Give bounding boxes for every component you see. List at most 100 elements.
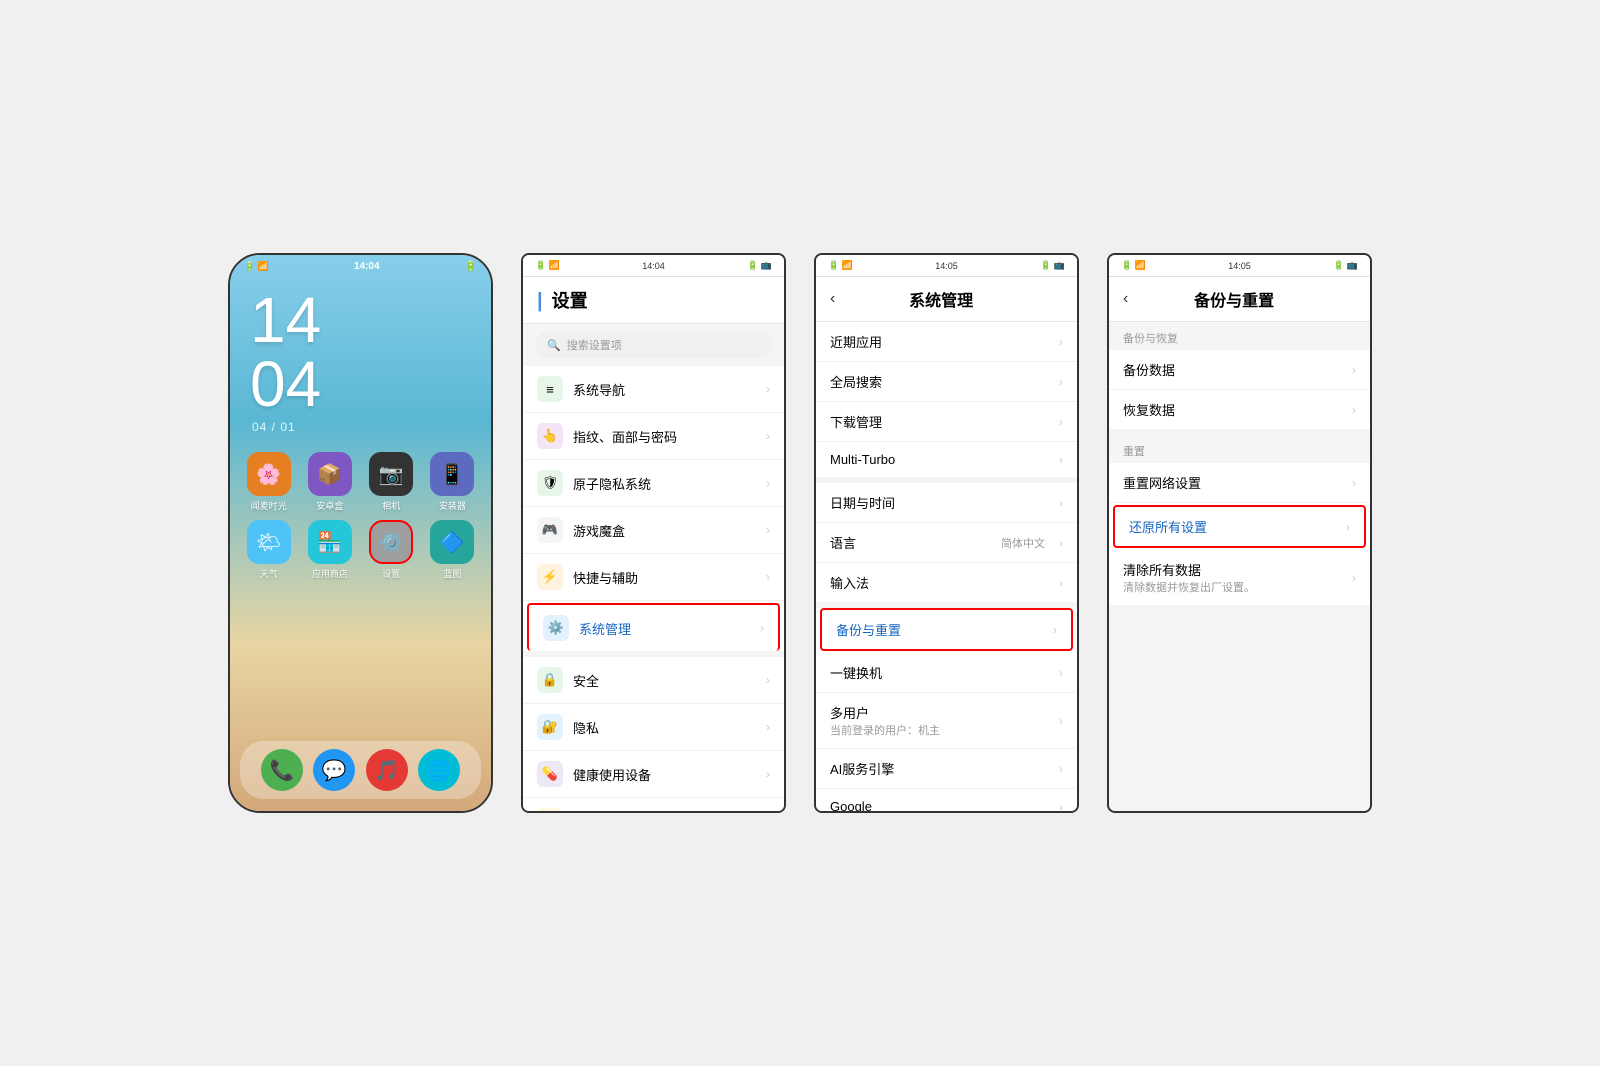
system-section-1: 近期应用 › 全局搜索 › 下载管理 › Multi-Turbo › bbox=[816, 322, 1077, 477]
chevron-restore-all: › bbox=[1346, 520, 1350, 534]
system-section-2: 日期与时间 › 语言 简体中文 › 输入法 › bbox=[816, 483, 1077, 602]
system-item-search[interactable]: 全局搜索 › bbox=[816, 362, 1077, 402]
app-icon-5[interactable]: 🏪 应用商店 bbox=[303, 520, 356, 580]
system-item-ai[interactable]: AI服务引擎 › bbox=[816, 749, 1077, 789]
settings-search[interactable]: 🔍 搜索设置项 bbox=[535, 332, 772, 358]
chevron-icon-7: › bbox=[766, 673, 770, 687]
settings-item-privacy2[interactable]: 🔐 隐私 › bbox=[523, 704, 784, 751]
system-item-recent[interactable]: 近期应用 › bbox=[816, 322, 1077, 362]
system-item-input[interactable]: 输入法 › bbox=[816, 563, 1077, 602]
backup-item-restore-all[interactable]: 还原所有设置 › bbox=[1113, 505, 1366, 548]
home-status-left: 🔋 📶 bbox=[244, 261, 269, 272]
system-list: 近期应用 › 全局搜索 › 下载管理 › Multi-Turbo › 日期与时间… bbox=[816, 322, 1077, 813]
chevron-datetime: › bbox=[1059, 496, 1063, 510]
dock-browser[interactable]: 🌐 bbox=[418, 749, 460, 791]
app-icon-0[interactable]: 🌸 闻麦时光 bbox=[242, 452, 295, 512]
chevron-google: › bbox=[1059, 800, 1063, 814]
home-screen: 🔋 📶 14:04 🔋 14 04 04 / 01 🌸 闻麦时光 📦 安卓盒 📷… bbox=[230, 255, 491, 811]
app-icon-2[interactable]: 📷 相机 bbox=[365, 452, 418, 512]
chevron-icon-4: › bbox=[766, 523, 770, 537]
system-status-time: 14:05 bbox=[935, 261, 958, 271]
chevron-restore-data: › bbox=[1352, 403, 1356, 417]
dock-phone[interactable]: 📞 bbox=[261, 749, 303, 791]
system-status-left: 🔋 📶 bbox=[828, 260, 853, 271]
back-button[interactable]: ‹ bbox=[830, 290, 835, 308]
system-status-right: 🔋 📺 bbox=[1040, 260, 1065, 271]
chevron-multiuser: › bbox=[1059, 714, 1063, 728]
app-label-5: 应用商店 bbox=[312, 567, 348, 580]
backup-section1-label: 备份与恢复 bbox=[1109, 322, 1370, 350]
backup-section2-label: 重置 bbox=[1109, 435, 1370, 463]
settings-item-nav[interactable]: ≡ 系统导航 › bbox=[523, 366, 784, 413]
settings-section-2: 🔒 安全 › 🔐 隐私 › 💊 健康使用设备 › 💾 运存与储存空间 › 🔋 bbox=[523, 657, 784, 813]
settings-status-bar: 🔋 📶 14:04 🔋 📺 bbox=[523, 255, 784, 277]
system-item-download[interactable]: 下载管理 › bbox=[816, 402, 1077, 442]
app-label-7: 蓝图 bbox=[443, 567, 461, 580]
chevron-factory: › bbox=[1352, 571, 1356, 585]
chevron-backup-data: › bbox=[1352, 363, 1356, 377]
search-icon: 🔍 bbox=[547, 339, 561, 352]
chevron-input: › bbox=[1059, 576, 1063, 590]
system-header: ‹ 系统管理 bbox=[816, 277, 1077, 322]
backup-back-button[interactable]: ‹ bbox=[1123, 290, 1128, 308]
settings-title: | 设置 bbox=[537, 287, 588, 313]
backup-item-factory[interactable]: 清除所有数据 清除数据并恢复出厂设置。 › bbox=[1109, 550, 1370, 605]
chevron-language: › bbox=[1059, 536, 1063, 550]
system-item-language[interactable]: 语言 简体中文 › bbox=[816, 523, 1077, 563]
app-icon-1[interactable]: 📦 安卓盒 bbox=[303, 452, 356, 512]
chevron-icon-9: › bbox=[766, 767, 770, 781]
dock-music[interactable]: 🎵 bbox=[366, 749, 408, 791]
chevron-icon-5: › bbox=[766, 570, 770, 584]
backup-section-1: 备份数据 › 恢复数据 › bbox=[1109, 350, 1370, 429]
backup-item-restore[interactable]: 恢复数据 › bbox=[1109, 390, 1370, 429]
home-time-hour: 14 bbox=[250, 288, 321, 352]
system-section-3: 备份与重置 › 一键换机 › 多用户 当前登录的用户：机主 › AI服务引擎 ›… bbox=[816, 608, 1077, 813]
backup-content: 备份与恢复 备份数据 › 恢复数据 › 重置 重置网络设置 › 还原所有设置 › bbox=[1109, 322, 1370, 813]
app-icon-7[interactable]: 🔷 蓝图 bbox=[426, 520, 479, 580]
dock-message[interactable]: 💬 bbox=[313, 749, 355, 791]
chevron-download: › bbox=[1059, 415, 1063, 429]
chevron-recent: › bbox=[1059, 335, 1063, 349]
backup-status-left: 🔋 📶 bbox=[1121, 260, 1146, 271]
system-item-multiuser[interactable]: 多用户 当前登录的用户：机主 › bbox=[816, 693, 1077, 749]
backup-status-time: 14:05 bbox=[1228, 261, 1251, 271]
backup-status-right: 🔋 📺 bbox=[1333, 260, 1358, 271]
settings-status-time: 14:04 bbox=[642, 261, 665, 271]
app-label-0: 闻麦时光 bbox=[251, 499, 287, 512]
app-icon-3[interactable]: 📱 安装器 bbox=[426, 452, 479, 512]
settings-status-right: 🔋 📺 bbox=[747, 260, 772, 271]
app-icon-4[interactable]: 🌤 天气 bbox=[242, 520, 295, 580]
settings-item-game[interactable]: 🎮 游戏魔盒 › bbox=[523, 507, 784, 554]
settings-item-privacy[interactable]: 🛡 原子隐私系统 › bbox=[523, 460, 784, 507]
phone-screen-1: 🔋 📶 14:04 🔋 14 04 04 / 01 🌸 闻麦时光 📦 安卓盒 📷… bbox=[228, 253, 493, 813]
settings-item-system[interactable]: ⚙️ 系统管理 › bbox=[527, 603, 780, 651]
settings-item-security[interactable]: 🔒 安全 › bbox=[523, 657, 784, 704]
system-item-turbo[interactable]: Multi-Turbo › bbox=[816, 442, 1077, 477]
settings-item-shortcut[interactable]: ⚡ 快捷与辅助 › bbox=[523, 554, 784, 601]
backup-status-bar: 🔋 📶 14:05 🔋 📺 bbox=[1109, 255, 1370, 277]
settings-item-storage[interactable]: 💾 运存与储存空间 › bbox=[523, 798, 784, 813]
settings-status-left: 🔋 📶 bbox=[535, 260, 560, 271]
settings-list: ≡ 系统导航 › 👆 指纹、面部与密码 › 🛡 原子隐私系统 › 🎮 游戏魔盒 … bbox=[523, 366, 784, 813]
chevron-icon-2: › bbox=[766, 429, 770, 443]
chevron-ai: › bbox=[1059, 762, 1063, 776]
system-item-backup[interactable]: 备份与重置 › bbox=[820, 608, 1073, 651]
settings-item-fingerprint[interactable]: 👆 指纹、面部与密码 › bbox=[523, 413, 784, 460]
backup-item-reset-network[interactable]: 重置网络设置 › bbox=[1109, 463, 1370, 503]
app-label-3: 安装器 bbox=[439, 499, 466, 512]
backup-item-backup[interactable]: 备份数据 › bbox=[1109, 350, 1370, 390]
app-icon-settings[interactable]: ⚙️ 设置 bbox=[365, 520, 418, 580]
settings-panel: 🔋 📶 14:04 🔋 📺 | 设置 🔍 搜索设置项 ≡ 系统导航 › 👆 指纹… bbox=[521, 253, 786, 813]
app-label-settings: 设置 bbox=[382, 567, 400, 580]
system-item-datetime[interactable]: 日期与时间 › bbox=[816, 483, 1077, 523]
system-item-google[interactable]: Google › bbox=[816, 789, 1077, 813]
chevron-icon-3: › bbox=[766, 476, 770, 490]
chevron-icon: › bbox=[766, 382, 770, 396]
system-item-migrate[interactable]: 一键换机 › bbox=[816, 653, 1077, 693]
language-value: 简体中文 bbox=[1001, 535, 1045, 551]
search-placeholder: 搜索设置项 bbox=[567, 337, 622, 353]
backup-header: ‹ 备份与重置 bbox=[1109, 277, 1370, 322]
chevron-backup: › bbox=[1053, 623, 1057, 637]
app-label-4: 天气 bbox=[260, 567, 278, 580]
settings-item-health[interactable]: 💊 健康使用设备 › bbox=[523, 751, 784, 798]
